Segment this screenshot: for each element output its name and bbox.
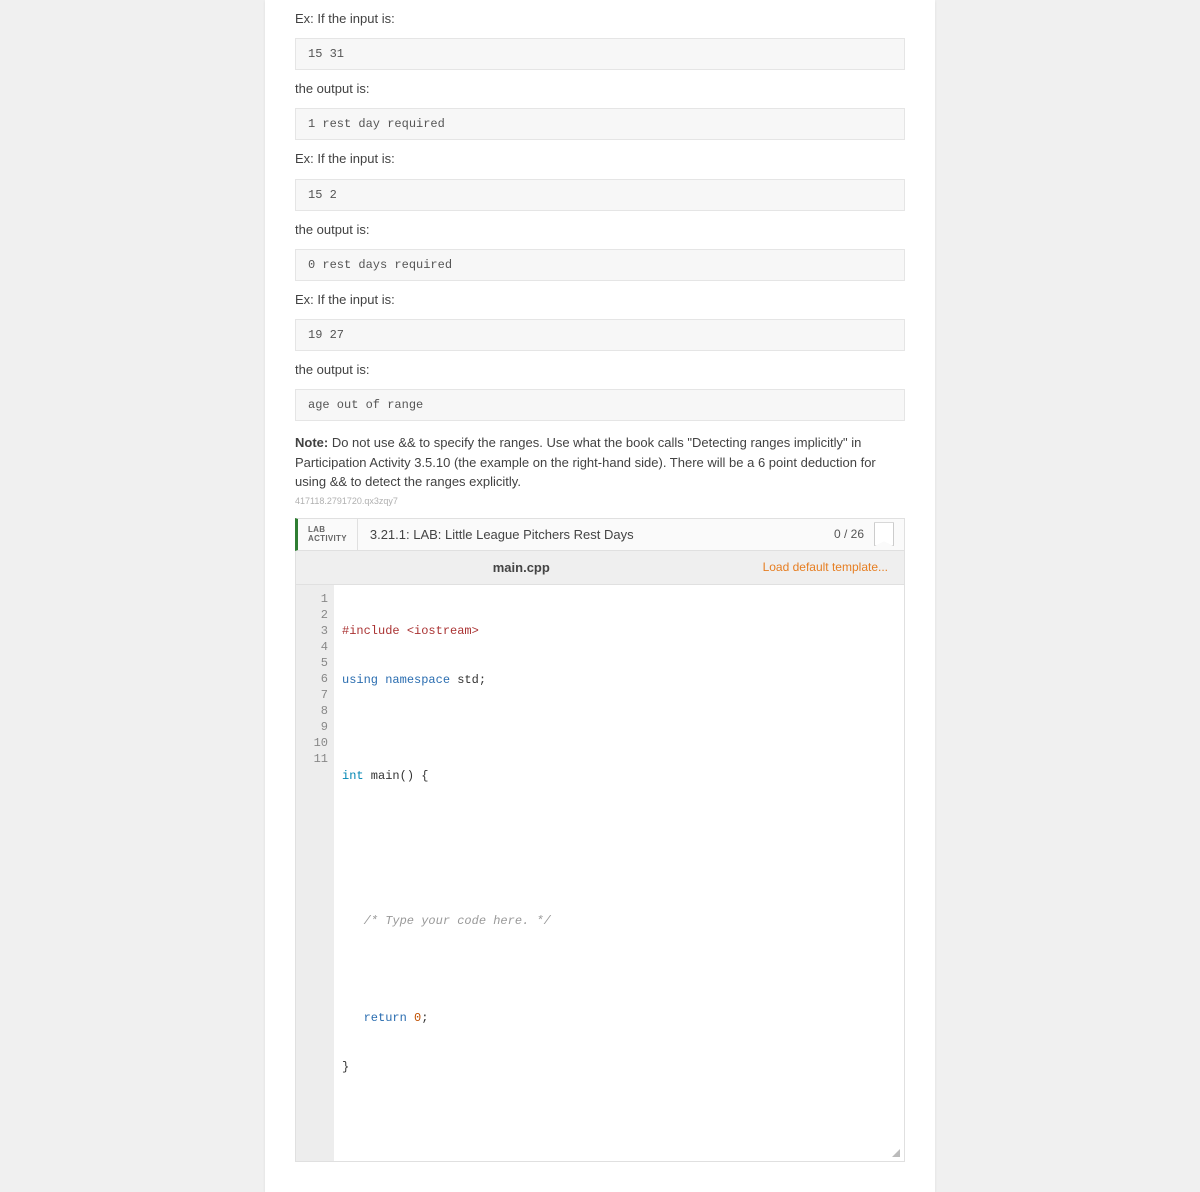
main-content: Ex: If the input is: 15 31 the output is… — [265, 0, 935, 1192]
editor-tab-bar: main.cpp Load default template... — [296, 551, 904, 585]
example-output-block: 1 rest day required — [295, 108, 905, 140]
editor-filename: main.cpp — [479, 560, 564, 575]
note-body: Do not use && to specify the ranges. Use… — [295, 435, 876, 489]
resize-handle-icon[interactable] — [890, 1147, 900, 1157]
example-prompt: Ex: If the input is: — [295, 150, 905, 168]
example-prompt: Ex: If the input is: — [295, 10, 905, 28]
activity-header: LAB ACTIVITY 3.21.1: LAB: Little League … — [295, 518, 905, 551]
code-editor-panel: main.cpp Load default template... 1 2 3 … — [295, 551, 905, 1163]
example-output-label: the output is: — [295, 80, 905, 98]
line-number-gutter: 1 2 3 4 5 6 7 8 9 10 11 — [296, 585, 334, 1162]
load-default-template-link[interactable]: Load default template... — [747, 560, 904, 574]
activity-title: 3.21.1: LAB: Little League Pitchers Rest… — [358, 519, 824, 550]
example-output-block: age out of range — [295, 389, 905, 421]
bookmark-icon[interactable] — [874, 522, 894, 546]
note-label: Note: — [295, 435, 328, 450]
example-input-block: 15 31 — [295, 38, 905, 70]
example-input-block: 19 27 — [295, 319, 905, 351]
example-output-label: the output is: — [295, 221, 905, 239]
code-editor[interactable]: 1 2 3 4 5 6 7 8 9 10 11 #include <iostre… — [296, 585, 904, 1162]
example-output-label: the output is: — [295, 361, 905, 379]
example-output-block: 0 rest days required — [295, 249, 905, 281]
activity-type-label: LAB ACTIVITY — [298, 519, 358, 550]
example-prompt: Ex: If the input is: — [295, 291, 905, 309]
example-input-block: 15 2 — [295, 179, 905, 211]
note-paragraph: Note: Do not use && to specify the range… — [295, 433, 905, 492]
activity-score: 0 / 26 — [824, 519, 874, 549]
content-id: 417118.2791720.qx3zqy7 — [295, 496, 905, 506]
code-text[interactable]: #include <iostream> using namespace std;… — [334, 585, 904, 1162]
